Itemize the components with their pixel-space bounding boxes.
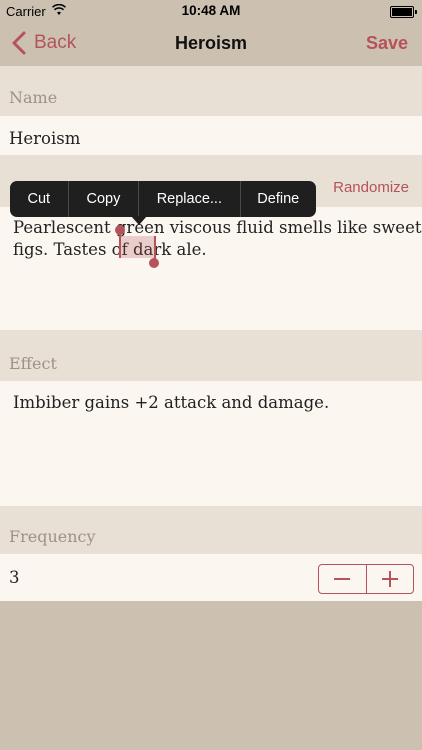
effect-textarea[interactable]: Imbiber gains +2 attack and damage. [0,381,422,506]
define-menu-item[interactable]: Define [241,181,317,217]
save-button[interactable]: Save [366,33,408,54]
appearance-line-2: figs. Tastes of dark ale. [13,239,421,261]
name-label: Name [9,88,58,107]
frequency-label: Frequency [9,527,96,546]
context-menu-arrow [131,216,147,225]
empty-background [0,601,422,750]
text-selection-highlight [120,236,156,258]
page-title: Heroism [174,33,248,53]
appearance-textarea[interactable]: Pearlescent green viscous fluid smells l… [0,207,422,330]
frequency-stepper [318,564,414,594]
replace-menu-item[interactable]: Replace... [139,181,241,217]
text-after-selection: ale. [171,240,207,259]
effect-header: Effect [0,330,422,381]
randomize-button[interactable]: Randomize [333,179,409,196]
plus-icon [381,571,398,587]
selection-end-handle[interactable] [149,258,159,268]
navigation-bar: Back Heroism Save [0,22,422,66]
copy-menu-item[interactable]: Copy [69,181,140,217]
effect-label: Effect [9,354,57,373]
name-header: Name [0,66,422,116]
battery-icon [390,6,417,18]
name-field[interactable]: Heroism [0,116,422,155]
effect-value: Imbiber gains +2 attack and damage. [13,393,330,412]
status-time: 10:48 AM [181,3,241,18]
text-before-selection: figs. Tastes of [13,240,133,259]
cut-menu-item[interactable]: Cut [10,181,69,217]
increment-button[interactable] [367,565,414,593]
frequency-value: 3 [9,568,20,587]
decrement-button[interactable] [319,565,367,593]
status-bar: Carrier 10:48 AM [0,0,422,22]
appearance-line-1: Pearlescent green viscous fluid smells l… [13,218,422,237]
selection-start-caret [119,231,121,258]
appearance-text: Pearlescent green viscous fluid smells l… [13,217,421,261]
edit-context-menu: Cut Copy Replace... Define [10,181,316,217]
frequency-header: Frequency [0,506,422,554]
name-value: Heroism [9,129,81,148]
minus-icon [334,578,351,580]
